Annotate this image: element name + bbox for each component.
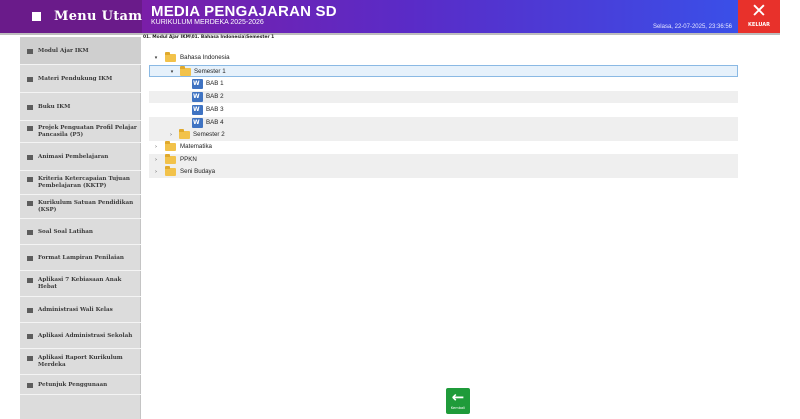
expand-arrow-icon[interactable]: › (167, 131, 175, 139)
sidebar-item-kktp[interactable]: Kriteria Ketercapaian Tujuan Pembelajara… (20, 171, 141, 195)
sidebar-item-label: Kriteria Ketercapaian Tujuan Pembelajara… (38, 176, 130, 189)
sidebar-item-petunjuk[interactable]: Petunjuk Penggunaan (20, 375, 141, 395)
breadcrumb: 01. Modul Ajar IKM\01. Bahasa Indonesia\… (143, 35, 275, 40)
sidebar-item-label: Modul Ajar IKM (38, 48, 89, 54)
tree-node-bab-3[interactable]: BAB 3 (149, 104, 738, 116)
sidebar-item-materi-pendukung-ikm[interactable]: Materi Pendukung IKM (20, 65, 141, 93)
tree-node-semester-1[interactable]: ▾ Semester 1 (149, 65, 738, 77)
sidebar-item-soal-latihan[interactable]: Soal Soal Latihan (20, 219, 141, 245)
sidebar-item-7-kebiasaan[interactable]: Aplikasi 7 Kebiasaan Anak Hebat (20, 271, 141, 297)
tree-node-bab-1[interactable]: BAB 1 (149, 78, 738, 90)
sidebar-bullet-icon (27, 177, 33, 182)
sidebar-item-modul-ajar-ikm[interactable]: Modul Ajar IKM (20, 37, 141, 65)
sidebar-bullet-icon (27, 356, 33, 361)
tree-node-seni-budaya[interactable]: › Seni Budaya (149, 166, 738, 178)
sidebar-item-label: Petunjuk Penggunaan (38, 382, 108, 388)
expand-arrow-icon[interactable]: ▾ (168, 68, 176, 76)
tree-node-label: BAB 4 (206, 119, 224, 126)
tree-node-label: Semester 1 (194, 68, 226, 75)
tree-node-ppkn[interactable]: › PPKN (149, 154, 738, 166)
sidebar-item-wali-kelas[interactable]: Administrasi Wali Kelas (20, 297, 141, 323)
sidebar-item-label: Administrasi Wali Kelas (38, 307, 113, 313)
sidebar-bullet-icon (27, 230, 33, 235)
app-window: Menu Utama MEDIA PENGAJARAN SD KURIKULUM… (0, 0, 800, 419)
sidebar-bullet-icon (27, 155, 33, 160)
close-button[interactable]: ✕ KELUAR (738, 0, 780, 33)
sidebar-item-label: Aplikasi Administrasi Sekolah (38, 333, 133, 339)
sidebar-item-format-lampiran[interactable]: Format Lampiran Penilaian (20, 245, 141, 271)
menu-square-icon (32, 12, 41, 21)
sidebar-bullet-icon (27, 278, 33, 283)
sidebar-bullet-icon (27, 334, 33, 339)
tree-node-bahasa-indonesia[interactable]: ▾ Bahasa Indonesia (149, 52, 738, 64)
expand-arrow-icon[interactable]: › (152, 168, 160, 176)
tree-node-bab-4[interactable]: BAB 4 (149, 117, 738, 129)
close-label: KELUAR (748, 22, 770, 28)
datetime-display: Selasa, 22-07-2025, 23:36:56 (652, 24, 732, 30)
sidebar-item-buku-ikm[interactable]: Buku IKM (20, 93, 141, 121)
folder-icon (165, 141, 176, 151)
expand-arrow-icon[interactable]: ▾ (152, 54, 160, 62)
tree-node-label: Matematika (180, 143, 212, 150)
sidebar-bullet-icon (27, 308, 33, 313)
app-title: MEDIA PENGAJARAN SD (151, 3, 337, 20)
sidebar-bullet-icon (27, 77, 33, 82)
sidebar: Modul Ajar IKM Materi Pendukung IKM Buku… (20, 37, 141, 419)
folder-icon (180, 66, 191, 76)
tree-node-label: BAB 3 (206, 106, 224, 113)
word-document-icon (192, 79, 203, 89)
tree-node-label: BAB 2 (206, 93, 224, 100)
back-button[interactable]: ← Kembali (446, 388, 470, 414)
sidebar-item-label: Soal Soal Latihan (38, 229, 93, 235)
folder-icon (165, 154, 176, 164)
folder-icon (165, 166, 176, 176)
sidebar-item-animasi-pembelajaran[interactable]: Animasi Pembelajaran (20, 143, 141, 171)
folder-icon (165, 52, 176, 62)
menu-utama-button[interactable]: Menu Utama (0, 0, 151, 33)
header: Menu Utama MEDIA PENGAJARAN SD KURIKULUM… (0, 0, 800, 35)
sidebar-bullet-icon (27, 256, 33, 261)
word-document-icon (192, 118, 203, 128)
app-subtitle: KURIKULUM MERDEKA 2025-2026 (151, 19, 264, 26)
sidebar-bullet-icon (27, 201, 33, 206)
tree-node-label: BAB 1 (206, 80, 224, 87)
sidebar-item-label: Materi Pendukung IKM (38, 76, 113, 82)
sidebar-item-ksp[interactable]: Kurikulum Satuan Pendidikan (KSP) (20, 195, 141, 219)
sidebar-bullet-icon (27, 126, 33, 131)
back-arrow-icon: ← (451, 388, 465, 406)
back-button-label: Kembali (450, 406, 466, 410)
sidebar-item-label: Aplikasi Raport Kurikulum Merdeka (38, 355, 123, 368)
folder-icon (179, 129, 190, 139)
tree-node-label: Seni Budaya (180, 168, 216, 175)
sidebar-item-label: Buku IKM (38, 104, 71, 110)
close-icon: ✕ (751, 0, 767, 22)
sidebar-item-label: Animasi Pembelajaran (38, 154, 109, 160)
tree-node-label: Semester 2 (193, 131, 225, 138)
tree-node-label: Bahasa Indonesia (180, 54, 230, 61)
menu-utama-label: Menu Utama (54, 9, 152, 24)
title-bar: MEDIA PENGAJARAN SD KURIKULUM MERDEKA 20… (142, 0, 738, 33)
header-divider (0, 33, 780, 35)
sidebar-item-label: Aplikasi 7 Kebiasaan Anak Hebat (38, 277, 122, 290)
sidebar-bullet-icon (27, 383, 33, 388)
sidebar-bullet-icon (27, 49, 33, 54)
tree-node-label: PPKN (180, 156, 197, 163)
tree-node-bab-2[interactable]: BAB 2 (149, 91, 738, 103)
sidebar-item-raport[interactable]: Aplikasi Raport Kurikulum Merdeka (20, 349, 141, 375)
sidebar-item-p5[interactable]: Projek Penguatan Profil Pelajar Pancasil… (20, 121, 141, 143)
sidebar-bullet-icon (27, 105, 33, 110)
tree-node-semester-2[interactable]: › Semester 2 (149, 129, 738, 141)
sidebar-item-administrasi-sekolah[interactable]: Aplikasi Administrasi Sekolah (20, 323, 141, 349)
word-document-icon (192, 105, 203, 115)
sidebar-item-label: Projek Penguatan Profil Pelajar Pancasil… (38, 125, 137, 138)
word-document-icon (192, 92, 203, 102)
sidebar-item-label: Format Lampiran Penilaian (38, 255, 124, 261)
expand-arrow-icon[interactable]: › (152, 156, 160, 164)
tree-node-matematika[interactable]: › Matematika (149, 141, 738, 153)
expand-arrow-icon[interactable]: › (152, 143, 160, 151)
sidebar-item-label: Kurikulum Satuan Pendidikan (KSP) (38, 200, 134, 213)
